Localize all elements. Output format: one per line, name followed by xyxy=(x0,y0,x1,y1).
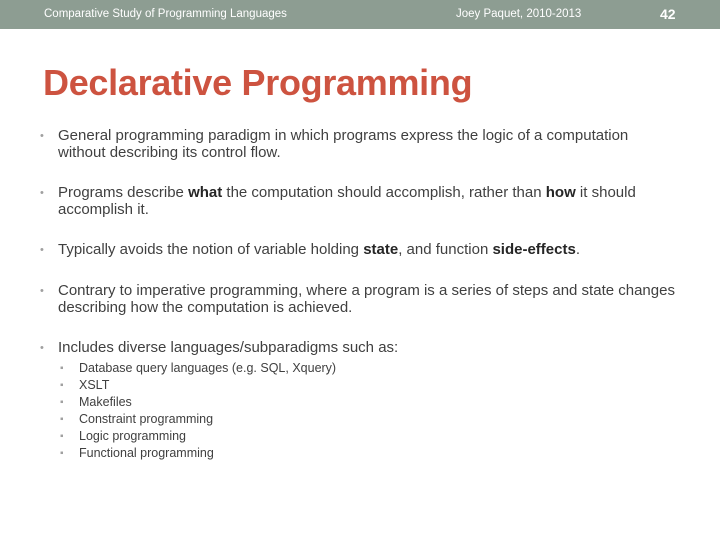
sub-bullet-icon: ▪ xyxy=(60,414,64,425)
sub-bullet-item: ▪ Constraint programming xyxy=(60,411,336,428)
text-segment: General programming paradigm in which pr… xyxy=(58,127,629,161)
sub-bullet-icon: ▪ xyxy=(60,431,64,442)
sub-bullet-text: Logic programming xyxy=(79,429,186,443)
sub-bullet-icon: ▪ xyxy=(60,448,64,459)
sub-bullet-item: ▪ Functional programming xyxy=(60,445,336,462)
emphasized-text: what xyxy=(188,184,223,201)
sub-bullet-item: ▪ Database query languages (e.g. SQL, Xqu… xyxy=(60,360,336,377)
author-credit: Joey Paquet, 2010-2013 xyxy=(456,8,582,20)
bullet-item: • Contrary to imperative programming, whe… xyxy=(40,282,678,316)
bullet-icon: • xyxy=(40,187,44,199)
slide-header-bar: Comparative Study of Programming Languag… xyxy=(0,0,720,29)
slide-title: Declarative Programming xyxy=(43,62,473,103)
text-segment: Programs describe xyxy=(58,184,189,201)
text-segment: , and function xyxy=(398,241,493,258)
sub-bullet-text: Functional programming xyxy=(79,446,214,460)
text-segment: Typically avoids the notion of variable … xyxy=(58,241,364,258)
bullet-text: Contrary to imperative programming, wher… xyxy=(58,282,675,316)
bullet-item: • General programming paradigm in which p… xyxy=(40,127,658,161)
sub-bullet-text: Makefiles xyxy=(79,395,132,409)
bullet-icon: • xyxy=(40,342,44,354)
emphasized-text: side-effects xyxy=(492,241,576,258)
bullet-text: General programming paradigm in which pr… xyxy=(58,127,628,161)
bullet-icon: • xyxy=(40,130,44,142)
text-segment: the computation should accomplish, rathe… xyxy=(222,184,546,201)
emphasized-text: state xyxy=(363,241,399,258)
sub-bullet-item: ▪ Logic programming xyxy=(60,428,336,445)
slide-number: 42 xyxy=(660,6,676,22)
emphasized-text: how xyxy=(545,184,576,201)
bullet-item: • Typically avoids the notion of variable… xyxy=(40,241,698,259)
sub-bullet-text: Database query languages (e.g. SQL, Xque… xyxy=(79,361,337,375)
sub-bullet-icon: ▪ xyxy=(60,363,64,374)
bullet-item: • Programs describe what the computation … xyxy=(40,184,678,218)
sub-bullet-item: ▪ Makefiles xyxy=(60,394,336,411)
sub-bullet-item: ▪ XSLT xyxy=(60,377,336,394)
sub-bullet-list: ▪ Database query languages (e.g. SQL, Xqu… xyxy=(60,360,336,462)
course-title: Comparative Study of Programming Languag… xyxy=(44,8,287,20)
sub-bullet-text: Constraint programming xyxy=(79,412,214,426)
bullet-text: Typically avoids the notion of variable … xyxy=(58,241,580,258)
bullet-text: Programs describe what the computation s… xyxy=(58,184,636,218)
bullet-item: • Includes diverse languages/subparadigms… xyxy=(40,339,678,357)
bullet-icon: • xyxy=(40,285,44,297)
sub-bullet-text: XSLT xyxy=(79,378,110,392)
sub-bullet-icon: ▪ xyxy=(60,380,64,391)
text-segment: Includes diverse languages/subparadigms … xyxy=(58,339,399,356)
bullet-text: Includes diverse languages/subparadigms … xyxy=(58,339,398,356)
bullet-icon: • xyxy=(40,244,44,256)
text-segment: . xyxy=(575,241,580,258)
text-segment: Contrary to imperative programming, wher… xyxy=(58,282,675,316)
sub-bullet-icon: ▪ xyxy=(60,397,64,408)
